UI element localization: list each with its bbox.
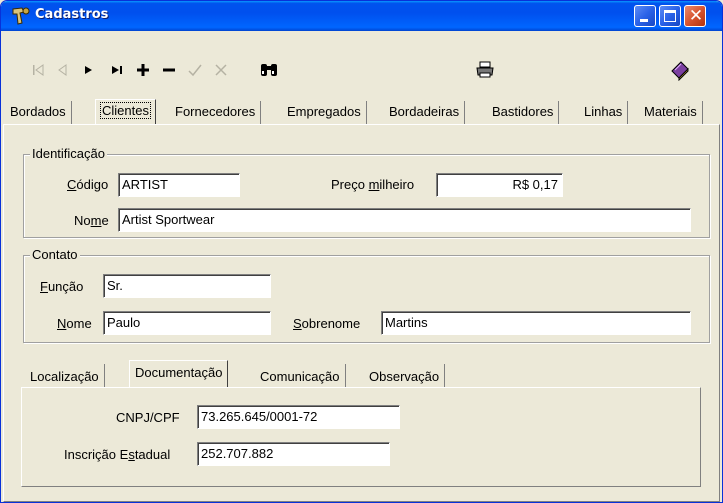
insert-record-icon[interactable] xyxy=(135,62,151,78)
tab-label: Clientes xyxy=(100,102,151,119)
funcao-label: Função xyxy=(40,279,84,294)
tab-bordados[interactable]: Bordados xyxy=(5,101,72,125)
tab-label: Bordados xyxy=(10,104,66,119)
binoculars-icon[interactable] xyxy=(259,61,279,79)
subtab-comunicacao[interactable]: Comunicação xyxy=(255,364,346,388)
sobrenome-field[interactable]: Martins xyxy=(381,311,691,335)
funcao-field[interactable]: Sr. xyxy=(103,274,271,298)
tab-bastidores[interactable]: Bastidores xyxy=(487,101,560,125)
nome-field[interactable]: Artist Sportwear xyxy=(118,208,691,232)
tab-materiais[interactable]: Materiais xyxy=(639,101,703,125)
subtab-label: Observação xyxy=(369,369,440,384)
record-toolbar xyxy=(5,33,719,93)
window-title: Cadastros xyxy=(35,7,109,22)
minimize-button[interactable] xyxy=(634,5,656,27)
next-record-icon[interactable] xyxy=(81,63,95,77)
main-tabstrip: Bordados Clientes Fornecedores Empregado… xyxy=(3,99,720,125)
tool-app-icon xyxy=(12,7,30,25)
tab-label: Materiais xyxy=(644,104,697,119)
maximize-icon xyxy=(664,10,676,22)
inscricao-estadual-label: Inscrição Estadual xyxy=(64,447,171,462)
cadastros-window: Cadastros ✕ Bordados Clientes Fornecedor… xyxy=(0,0,723,503)
last-record-icon[interactable] xyxy=(109,63,125,77)
post-record-icon[interactable] xyxy=(187,62,203,78)
documentacao-panel xyxy=(21,387,701,487)
cnpj-cpf-field[interactable]: 73.265.645/0001-72 xyxy=(197,405,400,429)
maximize-button[interactable] xyxy=(659,5,681,27)
close-button[interactable]: ✕ xyxy=(684,5,706,27)
tab-label: Bordadeiras xyxy=(389,104,460,119)
tab-empregados[interactable]: Empregados xyxy=(282,101,367,125)
contato-nome-field[interactable]: Paulo xyxy=(103,311,271,335)
detail-tabstrip: Localização Documentação Comunicação Obs… xyxy=(21,360,701,388)
identificacao-title: Identificação xyxy=(30,146,107,161)
tab-label: Empregados xyxy=(287,104,361,119)
tab-label: Bastidores xyxy=(492,104,554,119)
sobrenome-label: Sobrenome xyxy=(293,316,361,331)
close-icon: ✕ xyxy=(688,6,704,26)
first-record-icon[interactable] xyxy=(31,63,45,77)
cnpj-cpf-label: CNPJ/CPF xyxy=(116,410,180,425)
subtab-label: Comunicação xyxy=(260,369,340,384)
book-icon[interactable] xyxy=(669,59,691,81)
preco-milheiro-field[interactable]: R$ 0,17 xyxy=(436,173,563,197)
tab-bordadeiras[interactable]: Bordadeiras xyxy=(384,101,466,125)
tab-linhas[interactable]: Linhas xyxy=(579,101,629,125)
inscricao-estadual-field[interactable]: 252.707.882 xyxy=(197,442,390,466)
title-bar[interactable]: Cadastros ✕ xyxy=(1,1,722,31)
subtab-label: Localização xyxy=(30,369,99,384)
tab-label: Fornecedores xyxy=(175,104,256,119)
contato-title: Contato xyxy=(30,247,80,262)
subtab-localizacao[interactable]: Localização xyxy=(25,364,105,388)
minimize-icon xyxy=(640,19,648,22)
delete-record-icon[interactable] xyxy=(161,62,177,78)
codigo-label: Código xyxy=(67,177,109,192)
preco-milheiro-label: Preço milheiro xyxy=(331,177,415,192)
tab-label: Linhas xyxy=(584,104,623,119)
tab-clientes[interactable]: Clientes xyxy=(95,99,156,125)
nome-label: Nome xyxy=(74,213,109,228)
subtab-documentacao[interactable]: Documentação xyxy=(129,360,229,388)
subtab-observacao[interactable]: Observação xyxy=(364,364,446,388)
codigo-field[interactable]: ARTIST xyxy=(118,173,240,197)
tab-fornecedores[interactable]: Fornecedores xyxy=(170,101,262,125)
printer-icon[interactable] xyxy=(475,60,495,80)
cancel-record-icon[interactable] xyxy=(213,62,229,78)
contato-nome-label: Nome xyxy=(57,316,92,331)
subtab-label: Documentação xyxy=(135,365,223,380)
prior-record-icon[interactable] xyxy=(55,63,69,77)
